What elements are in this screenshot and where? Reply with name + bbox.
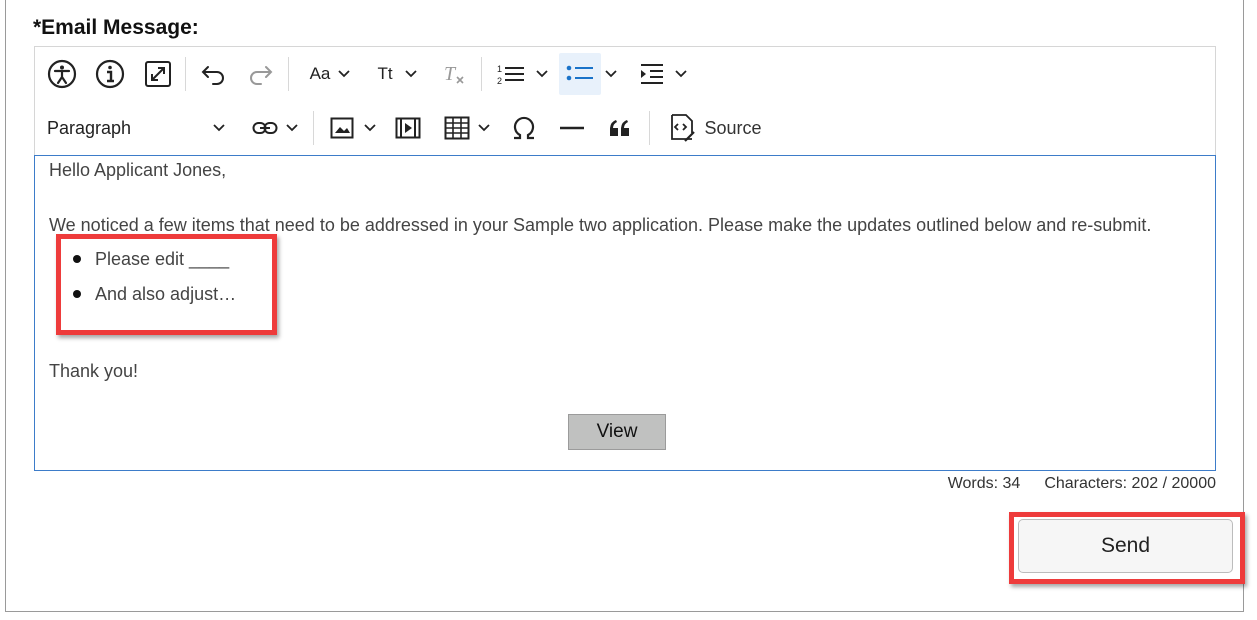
font-size-label: Tt: [377, 64, 393, 83]
remove-format-button[interactable]: T: [437, 55, 471, 93]
image-button[interactable]: [325, 109, 381, 147]
omega-icon: [513, 116, 535, 140]
body-text: We noticed a few items that need to be a…: [49, 215, 1152, 235]
closing-text: Thank you!: [49, 361, 139, 381]
chevron-down-icon: [213, 124, 225, 132]
chevron-down-icon: [404, 70, 417, 78]
chevron-down-icon: [478, 124, 490, 132]
image-icon: [330, 117, 354, 139]
link-icon: [252, 122, 278, 134]
expand-icon: [145, 61, 171, 87]
paragraph-format-select[interactable]: Paragraph: [47, 111, 227, 145]
chevron-down-icon: [675, 70, 687, 78]
numbered-list-icon: 1 2: [497, 64, 524, 86]
send-button-highlight: [1009, 512, 1245, 584]
blockquote-icon: [610, 120, 629, 136]
character-count: Characters: 202 / 20000: [1044, 475, 1216, 492]
svg-text:T: T: [444, 63, 457, 85]
bulleted-list-icon: [566, 65, 593, 81]
indent-button[interactable]: [635, 55, 691, 93]
link-button[interactable]: [247, 109, 303, 147]
undo-button[interactable]: [197, 55, 229, 93]
redo-button[interactable]: [245, 55, 277, 93]
font-family-label: Aa: [309, 64, 331, 83]
horizontal-line-icon: [560, 126, 584, 130]
view-button[interactable]: View: [568, 414, 666, 450]
word-count: Words: 34: [947, 475, 1021, 492]
word-character-counter: Words: 34 Characters: 202 / 20000: [948, 475, 1216, 493]
editor-toolbar: Aa Tt T 1 2 Paragraph Source: [34, 46, 1216, 156]
svg-text:2: 2: [497, 76, 502, 86]
special-characters-button[interactable]: [507, 109, 541, 147]
remove-format-icon: T: [444, 63, 464, 85]
accessibility-button[interactable]: [45, 55, 79, 93]
redo-icon: [250, 66, 273, 85]
font-family-button[interactable]: Aa: [301, 55, 359, 93]
undo-icon: [201, 66, 224, 85]
fullscreen-button[interactable]: [141, 55, 175, 93]
toolbar-separator: [313, 111, 314, 145]
email-message-label: *Email Message:: [33, 16, 199, 39]
indent-icon: [641, 64, 663, 84]
table-button[interactable]: [439, 109, 495, 147]
chevron-down-icon: [338, 70, 351, 78]
chevron-down-icon: [605, 70, 617, 78]
numbered-list-button[interactable]: 1 2: [491, 55, 553, 93]
info-icon: [95, 59, 125, 89]
paragraph-format-label: Paragraph: [47, 117, 132, 138]
media-button[interactable]: [391, 109, 425, 147]
chevron-down-icon: [536, 70, 548, 78]
chevron-down-icon: [286, 124, 298, 132]
svg-text:1: 1: [497, 64, 502, 74]
info-button[interactable]: [93, 55, 127, 93]
horizontal-line-button[interactable]: [555, 109, 589, 147]
toolbar-separator: [649, 111, 650, 145]
bullet-list-highlight: [56, 234, 277, 335]
source-button[interactable]: Source: [663, 109, 767, 147]
bulleted-list-dropdown[interactable]: [601, 55, 621, 93]
toolbar-separator: [185, 57, 186, 91]
greeting-text: Hello Applicant Jones,: [49, 160, 227, 180]
accessibility-icon: [47, 59, 77, 89]
media-icon: [395, 117, 421, 139]
chevron-down-icon: [364, 124, 376, 132]
source-icon: [671, 114, 696, 142]
toolbar-separator: [481, 57, 482, 91]
toolbar-separator: [288, 57, 289, 91]
table-icon: [444, 116, 470, 140]
font-size-button[interactable]: Tt: [369, 55, 425, 93]
blockquote-button[interactable]: [603, 109, 637, 147]
source-label: Source: [704, 117, 762, 138]
bulleted-list-button[interactable]: [559, 53, 601, 95]
